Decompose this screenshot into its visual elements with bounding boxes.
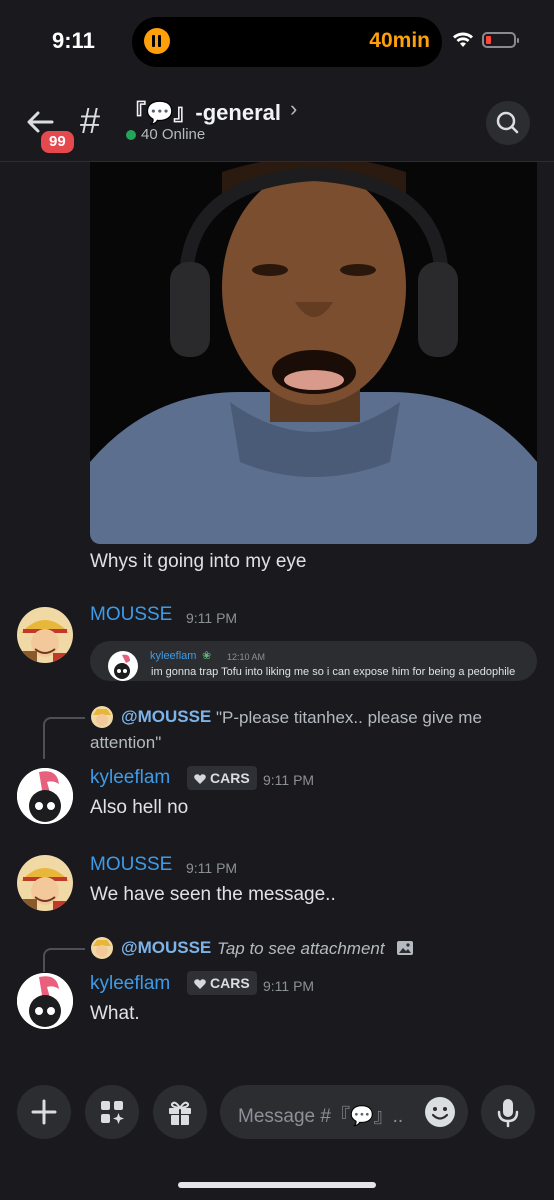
avatar[interactable] — [17, 607, 73, 663]
battery-icon — [482, 32, 519, 48]
embed-avatar — [108, 651, 138, 681]
embed-time: 12:10 AM — [227, 652, 266, 662]
image-icon — [397, 941, 413, 955]
voice-button[interactable] — [481, 1085, 535, 1139]
heart-icon — [194, 774, 206, 784]
hash-icon: # — [80, 100, 101, 141]
add-button[interactable] — [17, 1085, 71, 1139]
embed-author: kyleeflam — [150, 650, 197, 662]
gift-icon — [169, 1101, 191, 1125]
username[interactable]: MOUSSE — [90, 854, 172, 876]
emoji-icon — [425, 1097, 455, 1127]
person-photo — [90, 162, 537, 544]
apps-icon — [101, 1101, 124, 1124]
message-text: Also hell no — [90, 797, 189, 818]
apps-button[interactable] — [85, 1085, 139, 1139]
timestamp: 9:11 PM — [186, 860, 238, 876]
status-time: 9:11 — [52, 28, 95, 53]
reply-mention[interactable]: @MOUSSE — [121, 938, 211, 958]
emoji-button[interactable] — [422, 1094, 458, 1130]
username[interactable]: MOUSSE — [90, 604, 172, 626]
timestamp: 9:11 PM — [186, 610, 238, 626]
search-button[interactable] — [486, 101, 530, 145]
image-attachment[interactable] — [90, 162, 537, 544]
avatar-image — [17, 855, 73, 911]
chevron-right-icon[interactable]: › — [290, 96, 297, 122]
channel-name[interactable]: 『💬』-general — [124, 95, 281, 127]
message-text: We have seen the message.. — [90, 884, 336, 905]
home-indicator[interactable] — [178, 1182, 376, 1188]
server-tag[interactable]: CARS — [187, 766, 257, 790]
timestamp: 9:11 PM — [263, 772, 315, 788]
reply-connector — [43, 948, 85, 972]
message-text: What. — [90, 1003, 140, 1024]
heart-icon — [194, 979, 206, 989]
wifi-icon — [453, 32, 473, 47]
timestamp: 9:11 PM — [263, 978, 315, 994]
avatar-image — [17, 973, 73, 1029]
avatar[interactable] — [17, 973, 73, 1029]
embed-text: im gonna trap Tofu into liking me so i c… — [151, 666, 516, 678]
server-tag[interactable]: CARS — [187, 971, 257, 995]
plus-icon — [31, 1099, 57, 1125]
unread-badge: 99 — [38, 128, 77, 156]
reply-text[interactable]: Tap to see attachment — [217, 939, 385, 959]
avatar-image — [17, 607, 73, 663]
reply-text[interactable]: "P-please titanhex.. please give me — [216, 708, 482, 728]
reply-text-continued[interactable]: attention" — [90, 733, 161, 753]
server-tag-label: CARS — [210, 770, 250, 786]
avatar[interactable] — [17, 768, 73, 824]
timer-label: 40min — [369, 29, 430, 52]
avatar-image — [17, 768, 73, 824]
microphone-icon — [497, 1099, 519, 1128]
leaf-icon: ❀ — [202, 650, 212, 662]
username[interactable]: kyleeflam — [90, 973, 170, 995]
server-tag-label: CARS — [210, 975, 250, 991]
message-text: Whys it going into my eye — [90, 551, 307, 572]
message-placeholder[interactable]: Message #『💬』.. — [238, 1101, 403, 1128]
search-icon — [496, 111, 519, 134]
reply-avatar — [91, 706, 113, 728]
gift-button[interactable] — [153, 1085, 207, 1139]
pause-icon[interactable] — [144, 28, 170, 54]
message-embed[interactable]: kyleeflam ❀ 12:10 AM im gonna trap Tofu … — [90, 641, 537, 681]
avatar[interactable] — [17, 855, 73, 911]
reply-connector — [43, 717, 85, 759]
reply-avatar — [91, 937, 113, 959]
online-indicator — [126, 130, 136, 140]
username[interactable]: kyleeflam — [90, 767, 170, 789]
reply-mention[interactable]: @MOUSSE — [121, 707, 211, 727]
online-count: 40 Online — [141, 126, 206, 143]
